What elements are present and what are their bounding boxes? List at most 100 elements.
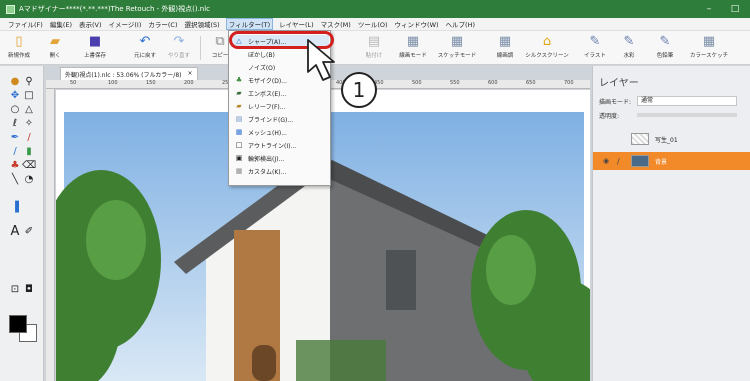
layer-name: 背景 <box>655 158 668 166</box>
quick-mask-icon[interactable]: ◘ <box>22 284 36 296</box>
line-style-button[interactable]: ▦ 線画調 <box>488 33 522 63</box>
undo-button[interactable]: ↶ 元に戻す <box>128 33 162 63</box>
open-folder-icon: ▰ <box>50 34 60 49</box>
text-tool-icon[interactable]: A <box>8 225 22 238</box>
ruler-label: 50 <box>70 80 77 86</box>
menu-item-mesh[interactable]: ▦ メッシュ(H)... <box>231 126 329 138</box>
fill-tool-icon[interactable]: ▮ <box>22 146 36 158</box>
menu-file[interactable]: ファイル(F) <box>8 19 43 29</box>
sketch-mode-button[interactable]: ▦ スケッチモード <box>438 33 477 63</box>
menu-window[interactable]: ウィンドウ(W) <box>395 19 439 29</box>
screen-mode-icon[interactable]: ⊡ <box>8 284 22 296</box>
hand-tool-icon[interactable]: ● <box>8 76 22 88</box>
menu-edit[interactable]: 編集(E) <box>50 19 72 29</box>
pencil-tool-icon[interactable]: / <box>8 146 22 158</box>
lasso-tool-icon[interactable]: ℓ <box>8 118 22 130</box>
watercolor-button[interactable]: ✎ 水彩 <box>612 33 646 63</box>
redo-button[interactable]: ↷ やり直す <box>162 33 196 63</box>
menu-selection[interactable]: 選択領域(S) <box>185 19 220 29</box>
menu-mask[interactable]: マスク(M) <box>321 19 351 29</box>
toolbar: ▯ 新規作成 ▰ 開く ■ 上書保存 ↶ 元に戻す ↷ やり直す ⧉ コピー ▤… <box>0 31 750 65</box>
new-file-button[interactable]: ▯ 新規作成 <box>2 33 36 63</box>
blend-mode-select[interactable]: 通常 <box>637 96 737 106</box>
ellipse-select-icon[interactable]: ○ <box>8 104 22 116</box>
silkscreen-button[interactable]: ⌂ シルクスクリーン <box>525 33 569 63</box>
brush-tool-icon[interactable]: / <box>22 132 36 144</box>
menu-tool[interactable]: ツール(O) <box>358 19 388 29</box>
shape-tool-icon[interactable]: ▐ <box>8 202 22 214</box>
blend-mode-label: 描画モード: <box>599 99 632 106</box>
pen-tool-icon[interactable]: ✒ <box>8 132 22 144</box>
rect-select-icon[interactable]: □ <box>22 90 36 102</box>
blur-icon <box>235 50 243 58</box>
opacity-slider[interactable] <box>637 113 737 117</box>
zoom-tool-icon[interactable]: ⚲ <box>22 76 36 88</box>
ruler-label: 550 <box>450 80 460 86</box>
colored-pencil-button[interactable]: ✎ 色鉛筆 <box>648 33 682 63</box>
magic-wand-icon[interactable]: ✧ <box>22 118 36 130</box>
illustration-button[interactable]: ✎ イラスト <box>578 33 612 63</box>
layer-panel-title: レイヤー <box>599 78 639 89</box>
stamp-tool-icon[interactable]: ♣ <box>8 160 22 172</box>
gradient-tool-icon[interactable]: ◔ <box>22 174 36 186</box>
ruler-label: 150 <box>146 80 156 86</box>
foreground-color-swatch[interactable] <box>9 315 27 333</box>
outline-icon: □ <box>235 141 243 149</box>
menu-view[interactable]: 表示(V) <box>79 19 102 29</box>
menu-item-blind[interactable]: ▤ ブラインド(G)... <box>231 113 329 125</box>
line-tool-icon[interactable]: ╲ <box>8 174 22 186</box>
paste-button[interactable]: ▤ 貼付け <box>357 33 391 63</box>
colored-pencil-icon: ✎ <box>659 34 671 49</box>
relief-icon: ▰ <box>236 102 242 110</box>
layer-panel: レイヤー 描画モード: 通常 透明度: 写生_01 ◉ / 背景 <box>592 66 750 381</box>
close-icon[interactable]: × <box>187 70 192 78</box>
menu-color[interactable]: カラー(C) <box>148 19 177 29</box>
line-style-icon: ▦ <box>498 34 512 49</box>
layer-name: 写生_01 <box>655 136 678 144</box>
line-mode-button[interactable]: ▦ 線画モード <box>396 33 430 63</box>
layer-row[interactable]: 写生_01 <box>593 130 750 148</box>
move-tool-icon[interactable]: ✥ <box>8 90 22 102</box>
layer-row-selected[interactable]: ◉ / 背景 <box>593 152 750 170</box>
open-button[interactable]: ▰ 開く <box>38 33 72 63</box>
menu-layer[interactable]: レイヤー(L) <box>279 19 314 29</box>
ruler-label: 600 <box>488 80 498 86</box>
save-button[interactable]: ■ 上書保存 <box>78 33 112 63</box>
maximize-button[interactable]: □ <box>722 0 748 18</box>
blind-icon: ▤ <box>235 115 243 123</box>
document-tab[interactable]: 外観)視点(1).nlc : 53.06% (フルカラー/8) × <box>60 67 198 80</box>
minimize-button[interactable]: – <box>696 0 722 18</box>
menu-item-edge-detect[interactable]: ▣ 輪郭検出(J)... <box>231 152 329 164</box>
silkscreen-icon: ⌂ <box>542 34 552 49</box>
sketch-mode-icon: ▦ <box>450 34 464 49</box>
polygon-select-icon[interactable]: △ <box>22 104 36 116</box>
eyedropper-tool-icon[interactable]: ✐ <box>22 226 36 238</box>
menu-item-custom[interactable]: ▦ カスタム(K)... <box>231 165 329 177</box>
brush-link-icon: / <box>617 156 620 166</box>
eraser-tool-icon[interactable]: ⌫ <box>22 160 36 172</box>
app-icon <box>6 4 15 14</box>
menu-bar: ファイル(F) 編集(E) 表示(V) イメージ(I) カラー(C) 選択領域(… <box>0 18 750 31</box>
save-icon: ■ <box>88 34 102 49</box>
new-file-icon: ▯ <box>15 34 23 49</box>
ruler-label: 500 <box>412 80 422 86</box>
menu-help[interactable]: ヘルプ(H) <box>446 19 475 29</box>
menu-item-relief[interactable]: ▰ レリーフ(F)... <box>231 100 329 112</box>
copy-icon: ⧉ <box>215 34 225 49</box>
mosaic-icon: ♣ <box>235 76 243 84</box>
custom-filter-icon: ▦ <box>235 167 243 175</box>
color-sketch-button[interactable]: ▦ カラースケッチ <box>690 33 728 63</box>
layer-thumbnail <box>631 133 649 145</box>
tool-palette: ● ⚲ ✥ □ ○ △ ℓ ✧ ✒ / / ▮ ♣ ⌫ ╲ ◔ ▐ A ✐ ⊡ … <box>0 66 44 381</box>
ruler-vertical <box>46 89 55 381</box>
redo-icon: ↷ <box>173 34 185 49</box>
mouse-cursor-icon <box>307 39 335 81</box>
menu-item-outline[interactable]: □ アウトライン(I)... <box>231 139 329 151</box>
opacity-label: 透明度: <box>599 113 620 120</box>
visibility-eye-icon[interactable]: ◉ <box>603 157 609 165</box>
menu-image[interactable]: イメージ(I) <box>109 19 142 29</box>
menu-filter[interactable]: フィルター(T) <box>225 18 274 30</box>
edge-detect-icon: ▣ <box>235 154 243 162</box>
ruler-label: 200 <box>184 80 194 86</box>
document-tab-label: 外観)視点(1).nlc : 53.06% (フルカラー/8) <box>65 72 182 79</box>
